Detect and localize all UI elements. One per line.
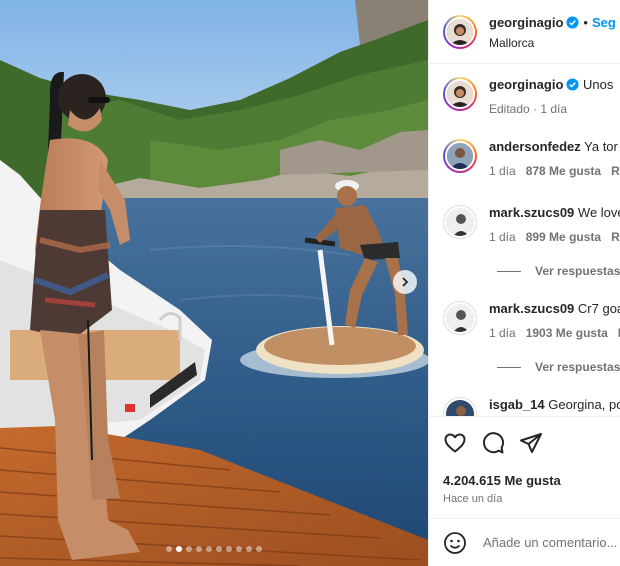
post-username[interactable]: georginagio	[489, 15, 563, 30]
comment-avatar[interactable]	[443, 301, 477, 335]
carousel-dot	[176, 546, 182, 552]
carousel-dot	[206, 546, 212, 552]
comment-item: isgab_14 Georgina, po	[443, 397, 620, 416]
view-replies-label: Ver respuestas (4	[535, 264, 620, 278]
caption-username[interactable]: georginagio	[489, 77, 563, 92]
avatar[interactable]	[443, 14, 477, 49]
heart-icon[interactable]	[443, 431, 467, 455]
avatar-image	[446, 400, 474, 416]
carousel-dot	[226, 546, 232, 552]
comment-likes[interactable]: 899 Me gusta	[526, 230, 601, 244]
view-replies-button[interactable]: Ver respuestas (4	[497, 264, 620, 278]
post-location[interactable]: Mallorca	[489, 36, 616, 50]
caption-edited: Editado · 1 día	[489, 102, 568, 116]
follow-button[interactable]: Seg	[592, 15, 616, 30]
comment-item: andersonfedez Ya tor 1 día 878 Me gusta Re	[443, 139, 620, 178]
comment-text: Cr7 goa	[577, 301, 620, 316]
verified-icon	[566, 15, 579, 29]
caption: georginagio Unos Editado · 1 día	[443, 77, 613, 116]
comment-text: We love	[577, 205, 620, 220]
carousel-dot	[196, 546, 202, 552]
replies-divider	[497, 366, 521, 368]
carousel-dot	[236, 546, 242, 552]
comment-item: mark.szucs09 Cr7 goa 1 día1903 Me gustaR…	[443, 301, 620, 340]
comment-avatar[interactable]	[443, 139, 477, 173]
reply-button[interactable]: Re	[611, 230, 620, 244]
comment-avatar[interactable]	[443, 205, 477, 239]
comment-time[interactable]: 1 día	[489, 326, 516, 340]
carousel-dot	[246, 546, 252, 552]
post-time[interactable]: Hace un día	[443, 493, 502, 505]
post-side-panel: georginagio • Seg Mallorca georginagio U…	[428, 0, 620, 566]
comments-list[interactable]: georginagio Unos Editado · 1 día anderso…	[429, 64, 620, 416]
photo-scene	[0, 0, 428, 566]
comment-time[interactable]: 1 día	[489, 164, 516, 178]
comment-avatar[interactable]	[443, 397, 477, 416]
comment-text: Georgina, po	[548, 397, 620, 412]
carousel-dot	[256, 546, 262, 552]
comment-username[interactable]: andersonfedez	[489, 139, 581, 154]
comment-likes[interactable]: 1903 Me gusta	[526, 326, 608, 340]
avatar-image	[446, 304, 474, 332]
carousel-dot	[166, 546, 172, 552]
comment-input[interactable]	[483, 535, 620, 550]
reply-button[interactable]: Re	[611, 164, 620, 178]
avatar-image	[447, 18, 473, 45]
carousel-indicator	[0, 546, 428, 552]
comment-time[interactable]: 1 día	[489, 230, 516, 244]
comment-item: mark.szucs09 We love 1 día 899 Me gusta Re	[443, 205, 620, 244]
verified-icon	[566, 78, 579, 91]
avatar-image	[447, 143, 473, 169]
view-replies-label: Ver respuestas (2	[535, 360, 620, 374]
comment-username[interactable]: mark.szucs09	[489, 301, 574, 316]
comment-likes[interactable]: 878 Me gusta	[526, 164, 601, 178]
carousel-dot	[216, 546, 222, 552]
post-actions: 4.204.615 Me gusta Hace un día	[429, 416, 620, 516]
emoji-icon[interactable]	[443, 531, 467, 555]
view-replies-button[interactable]: Ver respuestas (2	[497, 360, 620, 374]
post-header: georginagio • Seg Mallorca	[429, 0, 620, 64]
add-comment-bar	[429, 518, 620, 566]
caption-avatar[interactable]	[443, 77, 477, 111]
chevron-right-icon	[402, 277, 409, 287]
comment-username[interactable]: mark.szucs09	[489, 205, 574, 220]
comment-username[interactable]: isgab_14	[489, 397, 545, 412]
avatar-image	[447, 81, 473, 107]
comment-icon[interactable]	[481, 431, 505, 455]
caption-text: Unos	[583, 77, 614, 92]
likes-count[interactable]: 4.204.615 Me gusta	[443, 473, 561, 488]
avatar-image	[446, 208, 474, 236]
separator-dot: •	[583, 14, 588, 30]
replies-divider	[497, 270, 521, 272]
next-photo-button[interactable]	[393, 270, 417, 294]
share-icon[interactable]	[519, 431, 543, 455]
comment-text: Ya tor	[584, 139, 618, 154]
carousel-dot	[186, 546, 192, 552]
post-photo[interactable]	[0, 0, 428, 566]
